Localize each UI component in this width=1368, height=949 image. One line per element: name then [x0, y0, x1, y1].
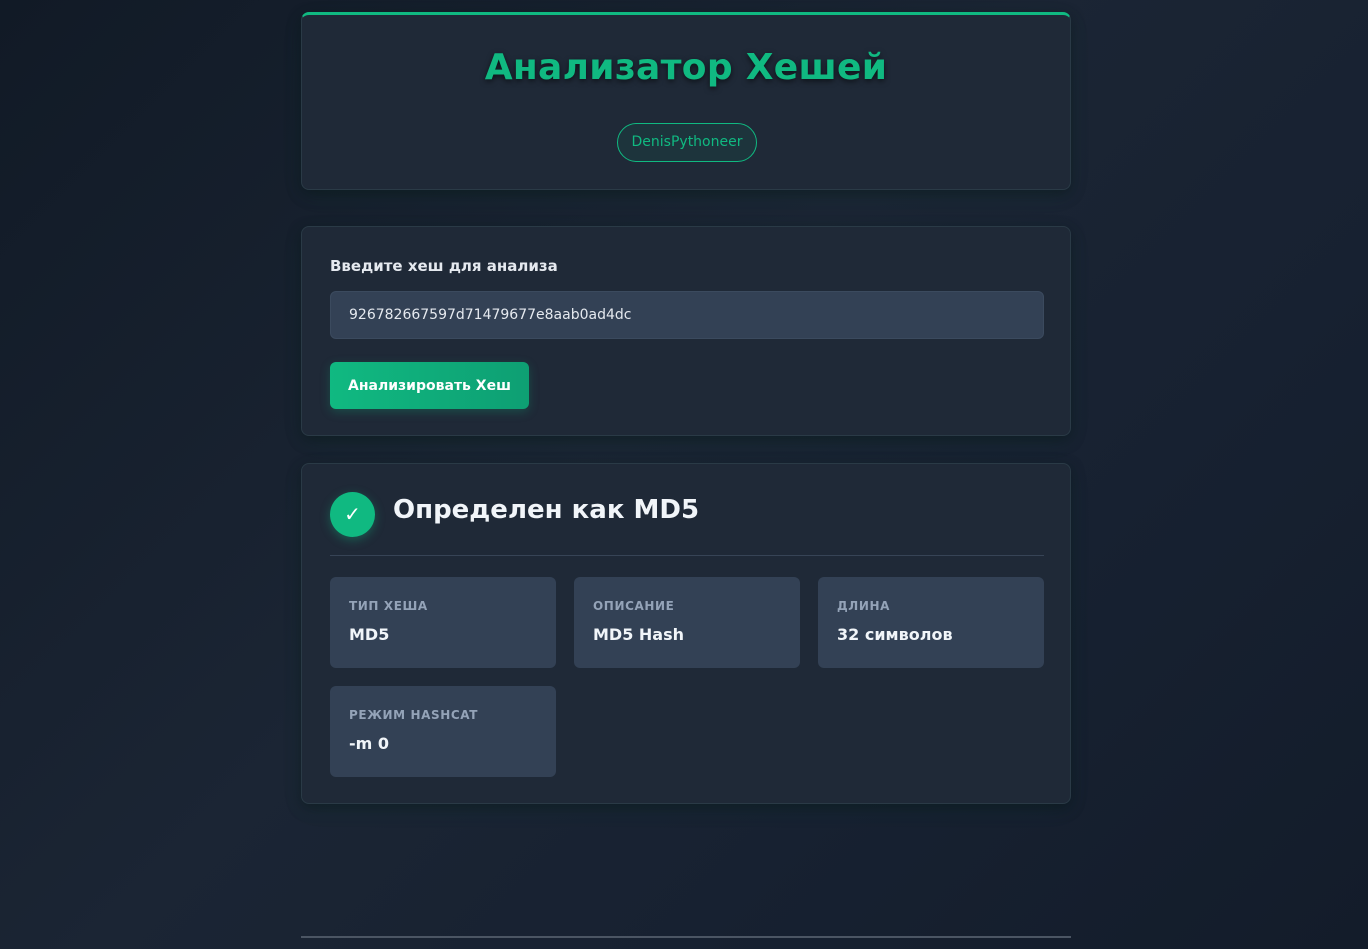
page-title: Анализатор Хешей [484, 47, 888, 88]
author-badge[interactable]: DenisPythoneer [617, 123, 757, 162]
header-card: Анализатор Хешей DenisPythoneer [301, 12, 1071, 190]
description-value: MD5 Hash [593, 625, 685, 644]
description-label: Описание [593, 599, 675, 613]
hash-type-label: Тип хеша [349, 599, 428, 613]
hashcat-mode-field: Режим Hashcat -m 0 [330, 686, 556, 777]
hash-type-value: MD5 [349, 625, 390, 644]
result-divider [330, 555, 1044, 556]
result-card: ✓ Определен как MD5 Тип хеша MD5 Описани… [301, 463, 1071, 804]
length-value: 32 символов [837, 625, 953, 644]
hash-input-label: Введите хеш для анализа [330, 257, 558, 275]
hash-input-card: Введите хеш для анализа Анализировать Хе… [301, 226, 1071, 436]
hash-input[interactable] [330, 291, 1044, 339]
length-field: Длина 32 символов [818, 577, 1044, 668]
description-field: Описание MD5 Hash [574, 577, 800, 668]
hashcat-mode-value: -m 0 [349, 734, 390, 753]
app-container: Анализатор Хешей DenisPythoneer Введите … [301, 12, 1071, 804]
checkmark-icon: ✓ [330, 492, 375, 537]
hashcat-mode-label: Режим Hashcat [349, 708, 479, 722]
result-title: Определен как MD5 [393, 495, 700, 525]
length-label: Длина [837, 599, 891, 613]
hash-type-field: Тип хеша MD5 [330, 577, 556, 668]
analyze-button[interactable]: Анализировать Хеш [330, 362, 529, 409]
footer-divider [301, 936, 1071, 938]
